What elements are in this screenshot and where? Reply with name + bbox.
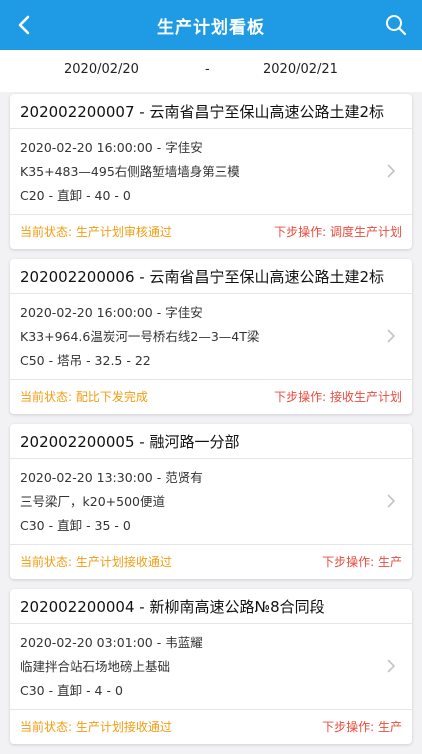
- card-body[interactable]: 2020-02-20 16:00:00 - 字佳安 K33+964.6温炭河一号…: [10, 294, 412, 380]
- card-location: K33+964.6温炭河一号桥右线2—3—4T梁: [20, 329, 260, 344]
- card-location: 三号梁厂，k20+500便道: [20, 494, 165, 509]
- plan-card[interactable]: 202002200006 - 云南省昌宁至保山高速公路土建2标 2020-02-…: [10, 259, 412, 414]
- card-location: 临建拌合站石场地磅上基础: [20, 659, 171, 674]
- card-spec: C20 - 直卸 - 40 - 0: [20, 188, 131, 203]
- chevron-right-icon: [387, 329, 396, 343]
- search-button[interactable]: [378, 7, 414, 43]
- card-datetime-person: 2020-02-20 16:00:00 - 字佳安: [20, 305, 203, 320]
- card-title: 202002200006 - 云南省昌宁至保山高速公路土建2标: [10, 259, 412, 294]
- card-body[interactable]: 2020-02-20 13:30:00 - 范贤有 三号梁厂，k20+500便道…: [10, 459, 412, 545]
- next-step[interactable]: 下步操作: 生产: [322, 718, 402, 735]
- card-title: 202002200005 - 融河路一分部: [10, 424, 412, 459]
- card-body[interactable]: 2020-02-20 03:01:00 - 韦蓝耀 临建拌合站石场地磅上基础 C…: [10, 624, 412, 710]
- chevron-right-icon: [387, 494, 396, 508]
- plan-card[interactable]: 202002200005 - 融河路一分部 2020-02-20 13:30:0…: [10, 424, 412, 579]
- card-title: 202002200007 - 云南省昌宁至保山高速公路土建2标: [10, 94, 412, 129]
- start-date[interactable]: 2020/02/20: [64, 62, 139, 77]
- page-title: 生产计划看板: [157, 17, 265, 38]
- chevron-right-icon: [387, 659, 396, 673]
- card-datetime-person: 2020-02-20 13:30:00 - 范贤有: [20, 470, 203, 485]
- card-footer: 当前状态: 配比下发完成 下步操作: 接收生产计划: [10, 380, 412, 413]
- next-step[interactable]: 下步操作: 生产: [322, 553, 402, 570]
- date-range-bar: 2020/02/20 - 2020/02/21: [0, 50, 422, 92]
- card-body[interactable]: 2020-02-20 16:00:00 - 字佳安 K35+483—495右侧路…: [10, 129, 412, 215]
- plan-card[interactable]: 202002200004 - 新柳南高速公路№8合同段 2020-02-20 0…: [10, 589, 412, 744]
- search-icon: [386, 15, 407, 36]
- back-arrow-icon: [18, 15, 30, 35]
- card-location: K35+483—495右侧路堑墙墙身第三模: [20, 164, 240, 179]
- back-button[interactable]: [6, 7, 42, 43]
- card-footer: 当前状态: 生产计划接收通过 下步操作: 生产: [10, 710, 412, 743]
- card-datetime-person: 2020-02-20 03:01:00 - 韦蓝耀: [20, 635, 203, 650]
- plan-card[interactable]: 202002200007 - 云南省昌宁至保山高速公路土建2标 2020-02-…: [10, 94, 412, 249]
- next-step[interactable]: 下步操作: 调度生产计划: [274, 223, 402, 240]
- current-status: 当前状态: 配比下发完成: [20, 390, 148, 404]
- current-status: 当前状态: 生产计划审核通过: [20, 225, 172, 239]
- date-separator: -: [205, 62, 210, 77]
- card-spec: C30 - 直卸 - 35 - 0: [20, 518, 131, 533]
- card-title: 202002200004 - 新柳南高速公路№8合同段: [10, 589, 412, 624]
- current-status: 当前状态: 生产计划接收通过: [20, 555, 172, 569]
- card-datetime-person: 2020-02-20 16:00:00 - 字佳安: [20, 140, 203, 155]
- card-spec: C50 - 塔吊 - 32.5 - 22: [20, 353, 151, 368]
- end-date[interactable]: 2020/02/21: [263, 62, 338, 77]
- app-header: 生产计划看板: [0, 0, 422, 50]
- card-footer: 当前状态: 生产计划审核通过 下步操作: 调度生产计划: [10, 215, 412, 248]
- next-step[interactable]: 下步操作: 接收生产计划: [274, 388, 402, 405]
- card-footer: 当前状态: 生产计划接收通过 下步操作: 生产: [10, 545, 412, 578]
- card-spec: C30 - 直卸 - 4 - 0: [20, 683, 123, 698]
- chevron-right-icon: [387, 164, 396, 178]
- current-status: 当前状态: 生产计划接收通过: [20, 720, 172, 734]
- plan-list: 202002200007 - 云南省昌宁至保山高速公路土建2标 2020-02-…: [10, 94, 412, 754]
